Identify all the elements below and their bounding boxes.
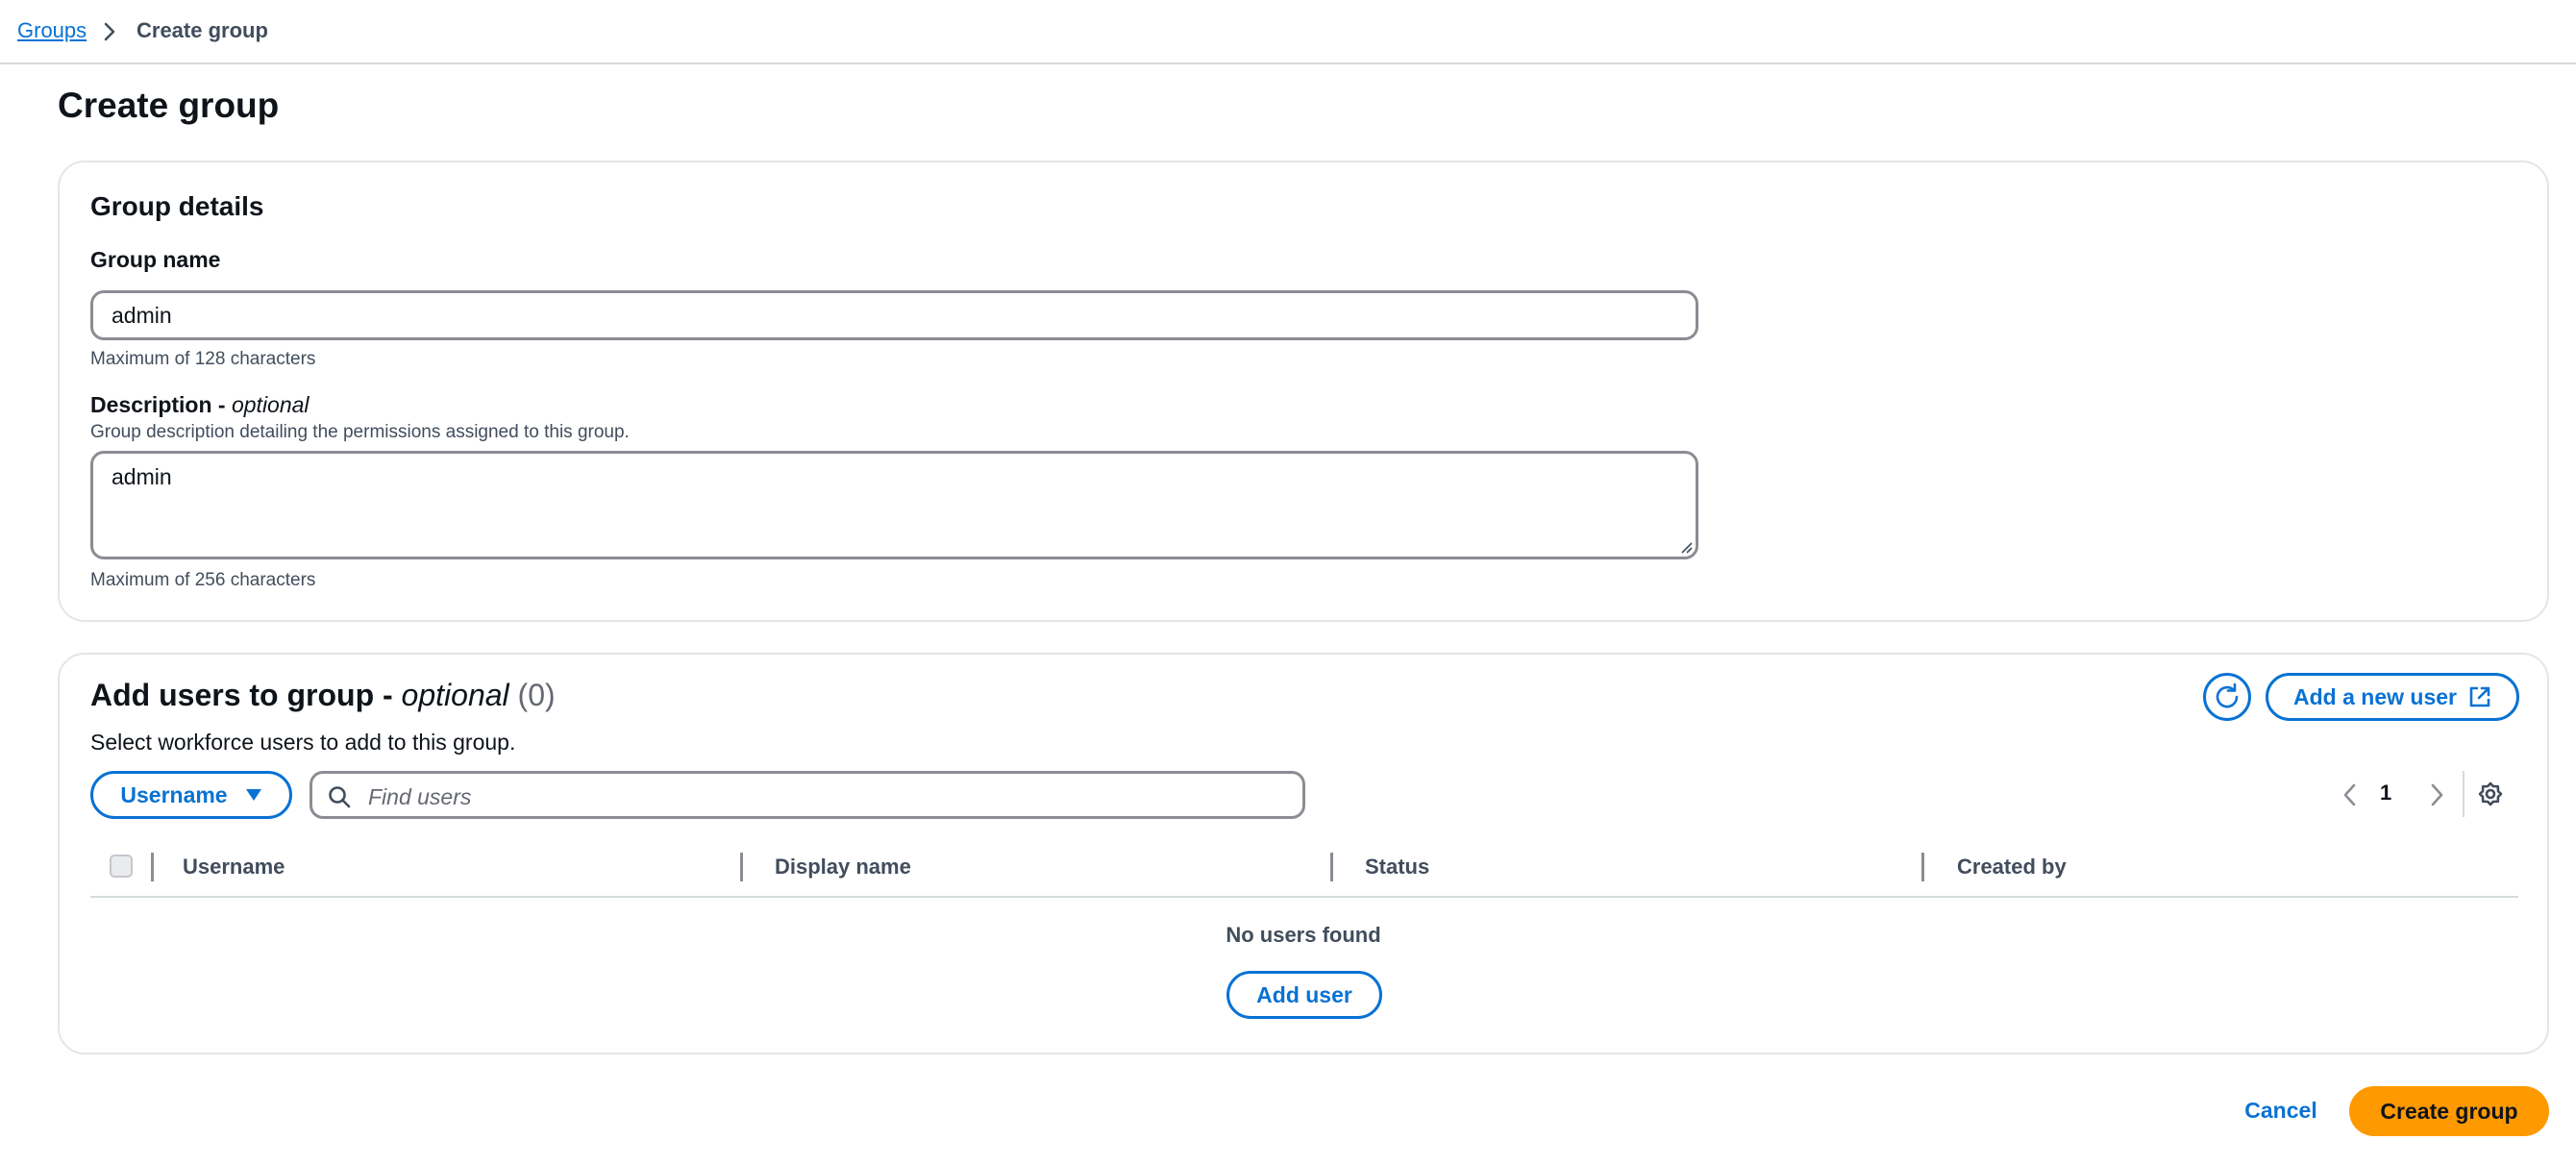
column-header-created-by[interactable]: Created by [1957, 855, 2067, 880]
group-name-hint: Maximum of 128 characters [90, 349, 316, 369]
chevron-right-icon [104, 22, 115, 41]
group-name-input[interactable]: admin [90, 290, 1698, 340]
add-users-optional-text: optional [401, 678, 509, 712]
add-users-title-text: Add users to group - [90, 678, 402, 712]
group-name-label: Group name [90, 247, 221, 272]
cancel-button[interactable]: Cancel [2228, 1084, 2334, 1136]
refresh-button[interactable] [2203, 673, 2251, 721]
gear-icon[interactable] [2477, 781, 2504, 807]
column-header-status[interactable]: Status [1365, 855, 1429, 880]
property-filter-label: Username [120, 781, 228, 807]
breadcrumb: Groups Create group [0, 0, 2576, 64]
add-new-user-label: Add a new user [2293, 683, 2457, 709]
group-details-panel: Group details Group name admin Maximum o… [58, 161, 2549, 622]
column-resizer[interactable] [740, 853, 743, 881]
breadcrumb-current: Create group [136, 18, 268, 42]
column-header-username[interactable]: Username [183, 855, 285, 880]
description-label: Description - optional [90, 392, 310, 418]
add-users-subtitle: Select workforce users to add to this gr… [90, 730, 516, 755]
caret-down-icon [245, 789, 261, 801]
current-page-number[interactable]: 1 [2380, 781, 2391, 806]
page-title: Create group [58, 86, 280, 125]
user-count: (0) [517, 678, 556, 712]
description-help: Group description detailing the permissi… [90, 422, 630, 442]
column-resizer[interactable] [151, 853, 154, 881]
refresh-icon [2216, 682, 2239, 708]
column-resizer[interactable] [1330, 853, 1333, 881]
column-resizer[interactable] [1921, 853, 1924, 881]
description-optional-text: optional [231, 392, 310, 417]
pager-divider [2463, 771, 2465, 817]
group-details-title: Group details [90, 191, 264, 221]
chevron-right-icon[interactable] [2426, 781, 2447, 808]
empty-state-text: No users found [1226, 923, 1381, 947]
add-new-user-button[interactable]: Add a new user [2266, 673, 2519, 721]
search-input[interactable]: Find users [310, 771, 1305, 819]
chevron-left-icon[interactable] [2340, 781, 2361, 808]
description-hint: Maximum of 256 characters [90, 570, 316, 590]
add-users-title: Add users to group - optional (0) [90, 678, 556, 713]
search-placeholder: Find users [368, 784, 472, 809]
search-icon [329, 786, 351, 808]
description-textarea[interactable]: admin [90, 451, 1698, 559]
property-filter-select[interactable]: Username [90, 771, 292, 819]
create-group-button[interactable]: Create group [2349, 1086, 2549, 1136]
description-value: admin [111, 464, 172, 489]
resize-handle-icon[interactable] [1679, 540, 1693, 554]
column-header-display-name[interactable]: Display name [775, 855, 911, 880]
description-label-text: Description - [90, 392, 232, 417]
add-user-button[interactable]: Add user [1226, 971, 1382, 1019]
select-all-checkbox[interactable] [110, 855, 133, 878]
external-link-icon [2469, 686, 2490, 707]
add-users-panel: Add users to group - optional (0) Select… [58, 653, 2549, 1054]
breadcrumb-groups-link[interactable]: Groups [17, 18, 87, 43]
users-table-header: Username Display name Status Created by [90, 837, 2518, 898]
